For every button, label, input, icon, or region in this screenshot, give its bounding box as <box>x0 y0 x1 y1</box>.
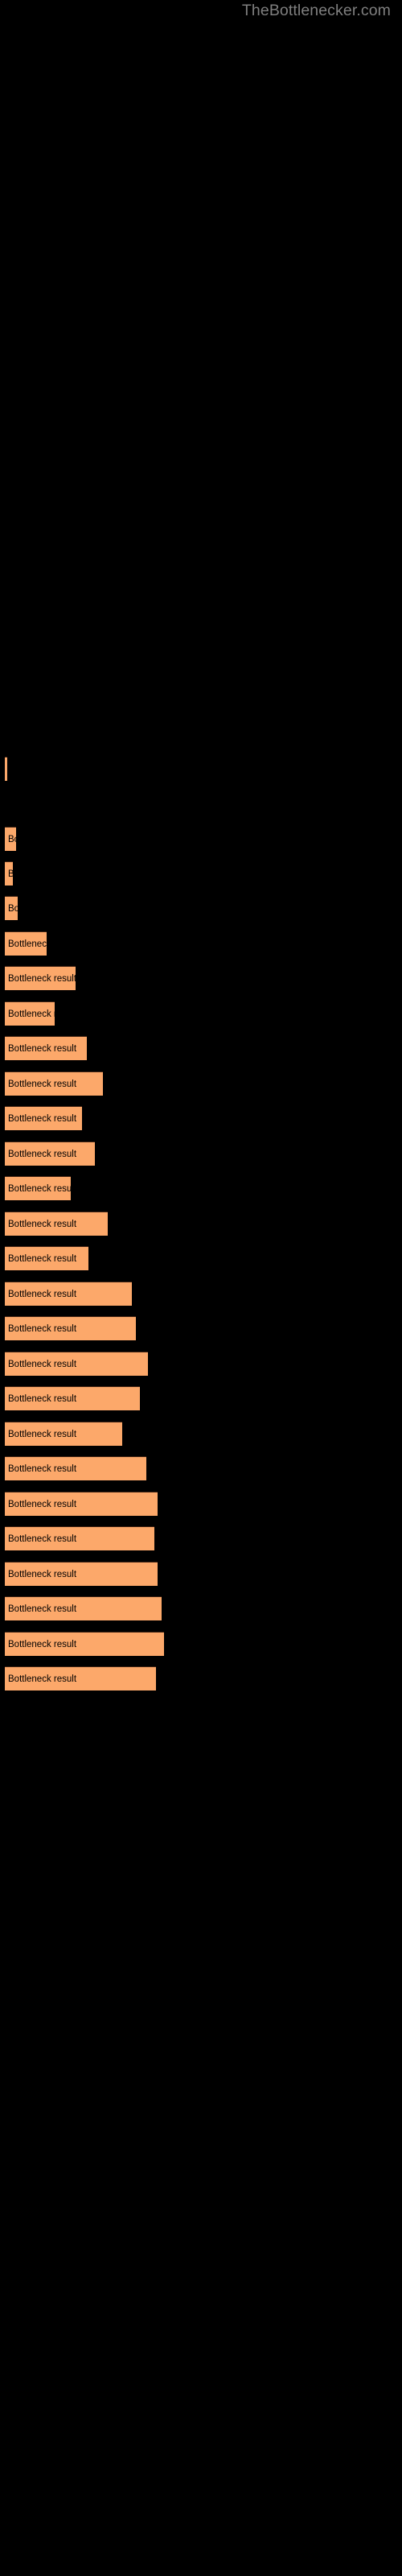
bar-label: Bottleneck result <box>8 1500 77 1509</box>
bar[interactable]: Bottleneck result <box>5 1666 156 1690</box>
bar-row: Bottleneck result <box>0 1632 402 1656</box>
bar-row: Bottleneck result <box>0 757 402 781</box>
bar-row: Bottleneck result <box>0 1386 402 1410</box>
bar-label: Bottleneck result <box>8 1464 77 1474</box>
bar-label: Bottleneck result <box>8 1290 77 1299</box>
bar[interactable]: Bottleneck result <box>5 1562 158 1586</box>
bar[interactable]: Bottleneck result <box>5 896 18 920</box>
bar-row: Bottleneck result <box>0 827 402 851</box>
bar-label: Bottleneck result <box>8 1674 77 1684</box>
bar-label: Bottleneck result <box>8 1570 77 1579</box>
bar-row: Bottleneck result <box>0 1526 402 1550</box>
bar-row: Bottleneck result <box>0 1001 402 1026</box>
bottleneck-bar-chart: Bottleneck result Bottleneck result Bottle… <box>0 0 402 2576</box>
chart-plot-area: Bottleneck result Bottleneck result Bottle… <box>0 0 402 2576</box>
bar[interactable]: Bottleneck result <box>5 757 7 781</box>
bar-label: Bottleneck result <box>8 1604 77 1614</box>
bar-label: Bottleneck result <box>8 904 18 914</box>
bar-row: Bottleneck result <box>0 1562 402 1586</box>
bar[interactable]: Bottleneck result <box>5 1036 87 1060</box>
bar-label: Bottleneck result <box>8 939 47 949</box>
bar-row: Bottleneck result <box>0 1456 402 1480</box>
bar-label: Bottleneck result <box>8 1394 77 1404</box>
bar[interactable]: Bottleneck result <box>5 966 76 990</box>
bar[interactable]: Bottleneck result <box>5 1106 82 1130</box>
bar[interactable]: Bottleneck result <box>5 1001 55 1026</box>
bar-row: Bottleneck result <box>0 931 402 956</box>
bar-row: Bottleneck result <box>0 966 402 990</box>
bar[interactable]: Bottleneck result <box>5 1352 148 1376</box>
bar-label: Bottleneck result <box>8 1184 71 1194</box>
bar[interactable]: Bottleneck result <box>5 1282 132 1306</box>
bar-row: Bottleneck result <box>0 1666 402 1690</box>
bar[interactable]: Bottleneck result <box>5 1071 103 1096</box>
bar-row: Bottleneck result <box>0 1036 402 1060</box>
bar[interactable]: Bottleneck result <box>5 931 47 956</box>
bar-label: Bottleneck result <box>8 1640 77 1649</box>
bar-row: Bottleneck result <box>0 1176 402 1200</box>
bar-label: Bottleneck result <box>8 1430 77 1439</box>
bar-label: Bottleneck result <box>8 1360 77 1369</box>
bar[interactable]: Bottleneck result <box>5 1141 95 1166</box>
bar-label: Bottleneck result <box>8 862 13 886</box>
bar[interactable]: Bottleneck result <box>5 1386 140 1410</box>
bar-row: Bottleneck result <box>0 1141 402 1166</box>
bar-row: Bottleneck result <box>0 1212 402 1236</box>
bar-label: Bottleneck result <box>8 974 76 984</box>
bar-row: Bottleneck result <box>0 861 402 886</box>
bar-row: Bottleneck result <box>0 1422 402 1446</box>
bar[interactable]: Bottleneck result <box>5 1632 164 1656</box>
bar-row: Bottleneck result <box>0 1282 402 1306</box>
bar-label: Bottleneck result <box>8 1009 55 1019</box>
bar[interactable]: Bottleneck result <box>5 1176 71 1200</box>
bar[interactable]: Bottleneck result <box>5 861 13 886</box>
bar[interactable]: Bottleneck result <box>5 1596 162 1620</box>
bar-label: Bottleneck result <box>8 1324 77 1334</box>
bar[interactable]: Bottleneck result <box>5 1212 108 1236</box>
bar-label: Bottleneck result <box>8 1080 77 1089</box>
bar[interactable]: Bottleneck result <box>5 1456 146 1480</box>
bar-row: Bottleneck result <box>0 1071 402 1096</box>
bar-row: Bottleneck result <box>0 1596 402 1620</box>
bar-row: Bottleneck result <box>0 1492 402 1516</box>
bar[interactable]: Bottleneck result <box>5 827 16 851</box>
bar[interactable]: Bottleneck result <box>5 1316 136 1340</box>
bar-label: Bottleneck result <box>8 1114 77 1124</box>
bar-row: Bottleneck result <box>0 896 402 920</box>
bar-label: Bottleneck result <box>8 1254 77 1264</box>
bar-row: Bottleneck result <box>0 1246 402 1270</box>
bar[interactable]: Bottleneck result <box>5 1492 158 1516</box>
bar[interactable]: Bottleneck result <box>5 1422 122 1446</box>
bar-row: Bottleneck result <box>0 1316 402 1340</box>
bar-label: Bottleneck result <box>8 1150 77 1159</box>
bar[interactable]: Bottleneck result <box>5 1526 154 1550</box>
bar-label: Bottleneck result <box>8 1534 77 1544</box>
bar-label: Bottleneck result <box>8 1220 77 1229</box>
bar-label: Bottleneck result <box>8 835 16 844</box>
bar-row: Bottleneck result <box>0 1352 402 1376</box>
bar[interactable]: Bottleneck result <box>5 1246 88 1270</box>
bar-row: Bottleneck result <box>0 1106 402 1130</box>
bar-label: Bottleneck result <box>8 1044 77 1054</box>
